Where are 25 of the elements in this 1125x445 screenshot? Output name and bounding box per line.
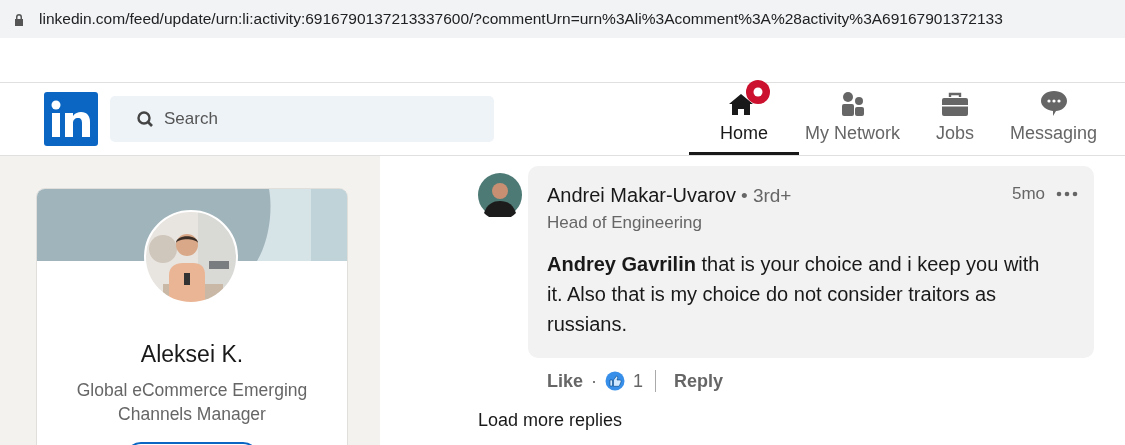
lock-icon <box>14 12 24 26</box>
briefcase-icon <box>940 91 970 117</box>
author-name[interactable]: Andrei Makar-Uvarov <box>547 184 736 207</box>
avatar[interactable] <box>478 173 522 217</box>
connection-degree: • 3rd+ <box>740 184 792 207</box>
profile-headline: Global eCommerce Emerging Channels Manager <box>75 379 309 426</box>
author-headline: Head of Engineering <box>547 213 703 233</box>
separator-dot: · <box>591 370 598 392</box>
thumbs-up-icon <box>605 371 626 391</box>
chat-icon <box>1038 89 1069 117</box>
search-field[interactable]: Search <box>110 96 494 142</box>
nav-tab[interactable]: Jobs <box>906 83 1004 155</box>
reaction-count[interactable]: 1 <box>633 370 644 392</box>
comment-time: 5mo <box>1011 183 1045 204</box>
more-icon[interactable] <box>1056 190 1078 197</box>
url-text: linkedin.com/feed/update/urn:li:activity:6916790137213337600/?commentUrn=urn%3Ali%3Acomment%3A%28activity%3A69167901372133 <box>39 10 1003 28</box>
address-bar[interactable]: linkedin.com/feed/update/urn:li:activity:6916790137213337600/?commentUrn=urn%3Ali%3Acomment%3A%28activity%3A69167901372133 <box>0 0 1125 38</box>
nav-tab[interactable]: Messaging <box>1004 83 1104 155</box>
reply-link[interactable]: Reply <box>674 370 724 392</box>
comment-text: Andrey Gavrilin that is your choice and i keep you with it. Also that is my choice do not consider traitors as russians. <box>547 252 1041 337</box>
nav-tab[interactable]: My Network <box>799 83 906 155</box>
load-more-link[interactable]: Load more replies <box>478 410 1125 431</box>
profile-name[interactable]: Aleksei K. <box>140 341 244 368</box>
like-link[interactable]: Like <box>547 370 584 392</box>
logo-icon[interactable] <box>44 92 98 146</box>
